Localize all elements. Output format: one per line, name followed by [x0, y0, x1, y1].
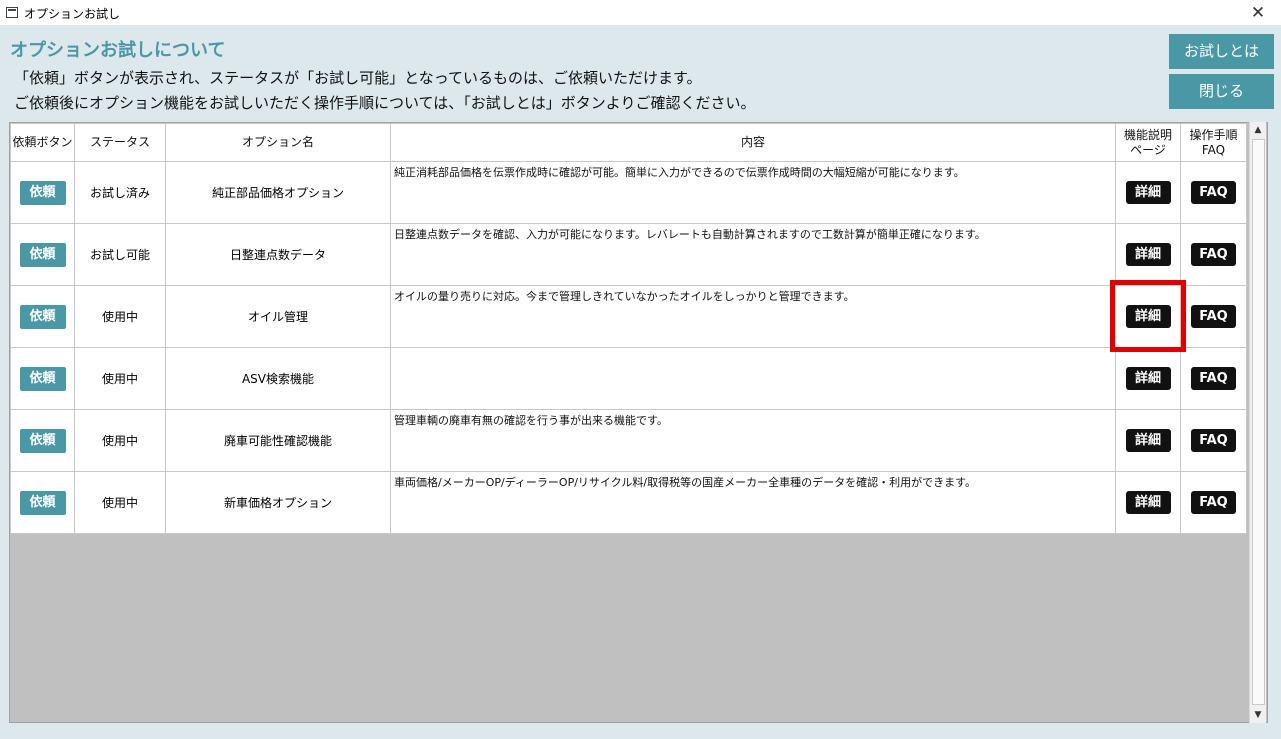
faq-cell: FAQ: [1180, 471, 1247, 534]
table-row: 依頼 使用中 廃車可能性確認機能 管理車輌の廃車有無の確認を行う事が出来る機能で…: [10, 409, 1247, 472]
column-header-faq-line2: FAQ: [1201, 142, 1226, 157]
app-window-icon: [6, 7, 18, 18]
scroll-down-icon[interactable]: ▼: [1250, 707, 1266, 723]
detail-button[interactable]: 詳細: [1125, 491, 1171, 514]
faq-button[interactable]: FAQ: [1191, 491, 1236, 514]
status-cell: 使用中: [74, 347, 166, 410]
detail-button[interactable]: 詳細: [1125, 429, 1171, 452]
info-header: オプションお試しについて 「依頼」ボタンが表示され、ステータスが「お試し可能」と…: [0, 27, 1281, 121]
content-cell: オイルの量り売りに対応。今まで管理しきれていなかったオイルをしっかりと管理できま…: [390, 285, 1116, 348]
column-header-faq: 操作手順 FAQ: [1180, 123, 1247, 162]
content-cell: 車両価格/メーカーOP/ディーラーOP/リサイクル料/取得税等の国産メーカー全車…: [390, 471, 1116, 534]
request-button[interactable]: 依頼: [19, 366, 66, 391]
content-cell: 管理車輌の廃車有無の確認を行う事が出来る機能です。: [390, 409, 1116, 472]
option-name-cell: ASV検索機能: [165, 347, 391, 410]
faq-cell: FAQ: [1180, 409, 1247, 472]
detail-cell: 詳細: [1115, 285, 1181, 348]
status-cell: 使用中: [74, 471, 166, 534]
status-cell: お試し済み: [74, 161, 166, 224]
info-text-line-1: 「依頼」ボタンが表示され、ステータスが「お試し可能」となっているものは、ご依頼い…: [14, 69, 702, 87]
request-button[interactable]: 依頼: [19, 180, 66, 205]
faq-button[interactable]: FAQ: [1191, 305, 1236, 328]
about-trial-button[interactable]: お試しとは: [1169, 34, 1274, 69]
vertical-scrollbar[interactable]: ▲ ▼: [1249, 122, 1266, 723]
title-bar: オプションお試し ✕: [0, 0, 1281, 26]
detail-cell: 詳細: [1115, 347, 1181, 410]
options-table: 依頼ボタン ステータス オプション名 内容 機能説明 ページ 操作手順 FAQ …: [10, 123, 1247, 534]
column-header-option: オプション名: [165, 123, 391, 162]
request-cell: 依頼: [10, 347, 75, 410]
request-button[interactable]: 依頼: [19, 490, 66, 515]
request-cell: 依頼: [10, 161, 75, 224]
faq-button[interactable]: FAQ: [1191, 367, 1236, 390]
scroll-up-icon[interactable]: ▲: [1250, 122, 1266, 138]
faq-cell: FAQ: [1180, 223, 1247, 286]
request-cell: 依頼: [10, 409, 75, 472]
table-header-row: 依頼ボタン ステータス オプション名 内容 機能説明 ページ 操作手順 FAQ: [10, 123, 1247, 162]
content-cell: [390, 347, 1116, 410]
option-name-cell: 日整連点数データ: [165, 223, 391, 286]
content-cell: 日整連点数データを確認、入力が可能になります。レバレートも自動計算されますので工…: [390, 223, 1116, 286]
table-row: 依頼 お試し可能 日整連点数データ 日整連点数データを確認、入力が可能になります…: [10, 223, 1247, 286]
column-header-request: 依頼ボタン: [10, 123, 75, 162]
request-button[interactable]: 依頼: [19, 428, 66, 453]
column-header-detail-line1: 機能説明: [1123, 127, 1172, 142]
status-cell: お試し可能: [74, 223, 166, 286]
detail-button[interactable]: 詳細: [1125, 181, 1171, 204]
detail-cell: 詳細: [1115, 223, 1181, 286]
detail-button[interactable]: 詳細: [1125, 243, 1171, 266]
window-close-icon[interactable]: ✕: [1235, 0, 1281, 26]
option-name-cell: 純正部品価格オプション: [165, 161, 391, 224]
column-header-faq-line1: 操作手順: [1189, 127, 1238, 142]
faq-cell: FAQ: [1180, 347, 1247, 410]
scrollbar-thumb[interactable]: [1252, 139, 1265, 705]
request-cell: 依頼: [10, 285, 75, 348]
status-cell: 使用中: [74, 285, 166, 348]
column-header-detail-line2: ページ: [1130, 142, 1166, 157]
info-text-line-2: ご依頼後にオプション機能をお試しいただく操作手順については、「お試しとは」ボタン…: [14, 94, 756, 112]
detail-button[interactable]: 詳細: [1125, 367, 1171, 390]
option-name-cell: オイル管理: [165, 285, 391, 348]
column-header-content: 内容: [390, 123, 1116, 162]
close-button[interactable]: 閉じる: [1169, 74, 1274, 109]
detail-button[interactable]: 詳細: [1125, 305, 1171, 328]
request-cell: 依頼: [10, 471, 75, 534]
request-button[interactable]: 依頼: [19, 242, 66, 267]
content-cell: 純正消耗部品価格を伝票作成時に確認が可能。簡単に入力ができるので伝票作成時間の大…: [390, 161, 1116, 224]
option-name-cell: 新車価格オプション: [165, 471, 391, 534]
detail-cell: 詳細: [1115, 409, 1181, 472]
page-heading: オプションお試しについて: [10, 40, 226, 61]
faq-button[interactable]: FAQ: [1191, 243, 1236, 266]
faq-cell: FAQ: [1180, 285, 1247, 348]
request-cell: 依頼: [10, 223, 75, 286]
window-title: オプションお試し: [24, 7, 121, 21]
request-button[interactable]: 依頼: [19, 304, 66, 329]
table-row: 依頼 使用中 ASV検索機能 詳細 FAQ: [10, 347, 1247, 410]
table-row: 依頼 使用中 新車価格オプション 車両価格/メーカーOP/ディーラーOP/リサイ…: [10, 471, 1247, 534]
column-header-detail: 機能説明 ページ: [1115, 123, 1181, 162]
status-cell: 使用中: [74, 409, 166, 472]
option-name-cell: 廃車可能性確認機能: [165, 409, 391, 472]
faq-cell: FAQ: [1180, 161, 1247, 224]
detail-cell: 詳細: [1115, 471, 1181, 534]
options-grid: 依頼ボタン ステータス オプション名 内容 機能説明 ページ 操作手順 FAQ …: [9, 122, 1268, 723]
faq-button[interactable]: FAQ: [1191, 181, 1236, 204]
column-header-status: ステータス: [74, 123, 166, 162]
table-row: 依頼 使用中 オイル管理 オイルの量り売りに対応。今まで管理しきれていなかったオ…: [10, 285, 1247, 348]
table-row: 依頼 お試し済み 純正部品価格オプション 純正消耗部品価格を伝票作成時に確認が可…: [10, 161, 1247, 224]
detail-cell: 詳細: [1115, 161, 1181, 224]
faq-button[interactable]: FAQ: [1191, 429, 1236, 452]
